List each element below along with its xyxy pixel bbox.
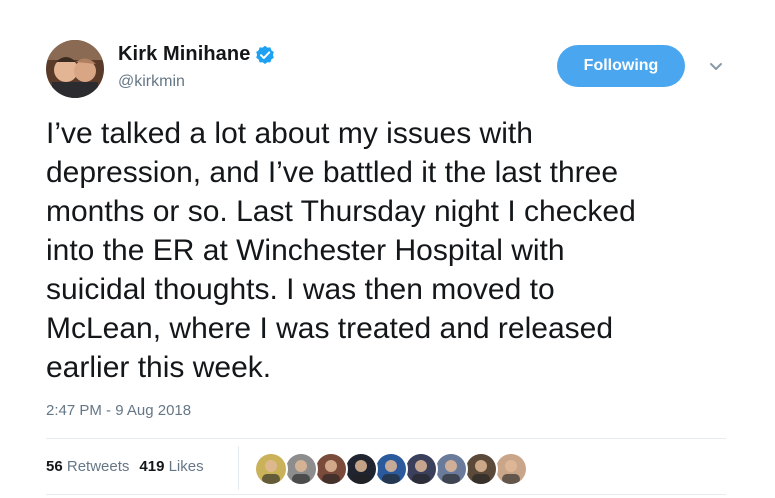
tweet-text: I’ve talked a lot about my issues with d… — [46, 117, 636, 384]
avatar[interactable] — [46, 40, 104, 98]
user-handle[interactable]: @kirkmin — [118, 73, 185, 91]
liker-avatar[interactable] — [434, 452, 468, 486]
tweet-stats: 56 Retweets 419 Likes — [46, 458, 204, 475]
retweets-stat[interactable]: 56 Retweets — [46, 458, 129, 475]
likes-stat[interactable]: 419 Likes — [139, 458, 203, 475]
name-row: Kirk Minihane — [118, 43, 275, 66]
liker-avatars — [254, 452, 528, 486]
retweets-count: 56 — [46, 458, 63, 475]
liker-avatar[interactable] — [284, 452, 318, 486]
divider — [46, 438, 726, 439]
retweets-label: Retweets — [66, 458, 130, 475]
liker-avatar[interactable] — [314, 452, 348, 486]
liker-avatar[interactable] — [404, 452, 438, 486]
verified-badge-icon — [255, 45, 275, 65]
tweet-card: Kirk Minihane @kirkmin Following I’ve ta… — [0, 0, 775, 498]
following-button[interactable]: Following — [557, 45, 685, 87]
divider — [46, 494, 726, 495]
stats-separator — [238, 446, 239, 490]
avatar-image — [46, 40, 104, 98]
likes-label: Likes — [168, 458, 204, 475]
liker-avatar[interactable] — [254, 452, 288, 486]
chevron-down-icon[interactable] — [707, 59, 725, 75]
tweet-timestamp[interactable]: 2:47 PM - 9 Aug 2018 — [46, 402, 191, 419]
likes-count: 419 — [139, 458, 165, 475]
liker-avatar[interactable] — [464, 452, 498, 486]
liker-avatar[interactable] — [494, 452, 528, 486]
liker-avatar[interactable] — [374, 452, 408, 486]
display-name[interactable]: Kirk Minihane — [118, 43, 250, 66]
liker-avatar[interactable] — [344, 452, 378, 486]
